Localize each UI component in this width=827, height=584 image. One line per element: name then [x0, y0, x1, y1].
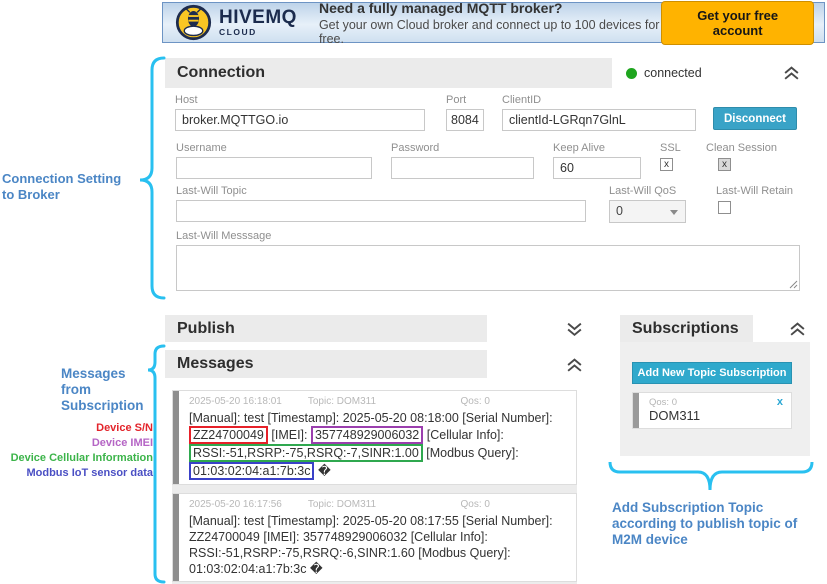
message-accent-bar [173, 494, 179, 581]
message-timestamp: 2025-05-20 16:18:01 [189, 396, 282, 408]
status-text: connected [644, 66, 702, 80]
annotation-messages-from-subscription: Messages from Subscription [61, 366, 161, 414]
device-imei-highlight: 357748929006032 [311, 426, 423, 444]
connection-status: connected [612, 58, 810, 88]
lastwill-message-textarea[interactable] [177, 246, 799, 290]
subscriptions-title: Subscriptions [620, 315, 753, 342]
host-label: Host [175, 94, 425, 106]
connection-header: Connection connected [165, 58, 810, 88]
lastwill-message-label: Last-Will Messsage [176, 230, 800, 242]
banner-subheadline: Get your own Cloud broker and connect up… [319, 18, 661, 46]
message-line: RSSI:-51,RSRP:-75,RSRQ:-6,SINR:1.60 [Mod… [189, 545, 568, 561]
banner-headline: Need a fully managed MQTT broker? [319, 0, 661, 16]
close-icon[interactable]: x [777, 396, 783, 408]
subscription-item: Qos: 0 x DOM311 [632, 392, 792, 429]
lastwill-qos-label: Last-Will QoS [609, 185, 686, 197]
clean-session-label: Clean Session [706, 142, 777, 154]
host-input[interactable] [175, 109, 425, 131]
username-label: Username [176, 142, 372, 154]
collapse-subscriptions-icon[interactable] [789, 322, 806, 337]
password-label: Password [391, 142, 534, 154]
collapse-connection-icon[interactable] [783, 66, 800, 81]
bee-logo-icon [175, 4, 212, 41]
disconnect-button[interactable]: Disconnect [713, 107, 797, 130]
password-input[interactable] [391, 157, 534, 179]
annotation-add-subscription-topic: Add Subscription Topic according to publ… [612, 500, 827, 548]
messages-title: Messages [165, 350, 487, 378]
hivemq-logo: HIVEMQ CLOUD [175, 4, 297, 41]
message-topic: Topic: DOM311 [308, 499, 376, 511]
message-line: [Manual]: test [Timestamp]: 2025-05-20 0… [189, 410, 568, 426]
annotation-connection-setting: Connection Setting to Broker [2, 171, 138, 203]
message-line: ZZ24700049 [IMEI]: 357748929006032 [Cell… [189, 529, 568, 545]
hivemq-banner: HIVEMQ CLOUD Need a fully managed MQTT b… [162, 2, 825, 43]
message-line: [Manual]: test [Timestamp]: 2025-05-20 0… [189, 513, 568, 529]
message-line: RSSI:-51,RSRP:-75,RSRQ:-7,SINR:1.00 [Mod… [189, 444, 568, 462]
subscription-brace-icon [608, 462, 816, 494]
get-free-account-button[interactable]: Get your free account [661, 1, 814, 45]
message-line: 01:03:02:04:a1:7b:3c � [189, 561, 568, 577]
username-input[interactable] [176, 157, 372, 179]
lastwill-qos-value: 0 [616, 204, 623, 218]
annotation-device-legend: Device S/N Device IMEI Device Cellular I… [0, 421, 153, 481]
keepalive-input[interactable] [553, 157, 641, 179]
message-topic: Topic: DOM311 [308, 396, 376, 408]
messages-list: 2025-05-20 16:18:01 Topic: DOM311 Qos: 0… [172, 390, 577, 584]
lastwill-topic-label: Last-Will Topic [176, 185, 586, 197]
clientid-label: ClientID [502, 94, 696, 106]
modbus-data-highlight: 01:03:02:04:a1:7b:3c [189, 462, 314, 480]
device-serial-highlight: ZZ24700049 [189, 426, 268, 444]
collapse-messages-icon[interactable] [566, 358, 583, 373]
subscriptions-body: Add New Topic Subscription Qos: 0 x DOM3… [620, 342, 810, 456]
hivemq-logo-subtitle: CLOUD [219, 28, 297, 37]
dropdown-caret-icon [670, 210, 678, 215]
publish-title: Publish [165, 315, 487, 342]
lastwill-retain-label: Last-Will Retain [716, 185, 793, 197]
annotation-device-sn: Device S/N [0, 421, 153, 436]
message-timestamp: 2025-05-20 16:17:56 [189, 499, 282, 511]
annotation-device-modbus: Modbus IoT sensor data [0, 466, 153, 481]
annotation-device-cellular: Device Cellular Information [0, 451, 153, 466]
port-label: Port [446, 94, 484, 106]
ssl-label: SSL [660, 142, 681, 154]
lastwill-retain-checkbox[interactable] [718, 201, 731, 214]
subscription-accent-bar [633, 393, 639, 428]
keepalive-label: Keep Alive [553, 142, 641, 154]
clientid-input[interactable] [502, 109, 696, 131]
status-dot-icon [626, 68, 637, 79]
message-card: 2025-05-20 16:18:01 Topic: DOM311 Qos: 0… [172, 390, 577, 485]
mqtt-websocket-client-screen: HIVEMQ CLOUD Need a fully managed MQTT b… [0, 0, 827, 584]
cellular-info-highlight: RSSI:-51,RSRP:-75,RSRQ:-7,SINR:1.00 [189, 444, 423, 462]
subscription-qos: Qos: 0 [649, 397, 677, 408]
message-accent-bar [173, 391, 179, 484]
lastwill-topic-input[interactable] [176, 200, 586, 222]
expand-publish-icon[interactable] [566, 322, 583, 337]
message-line: ZZ24700049 [IMEI]: 357748929006032 [Cell… [189, 426, 568, 444]
ssl-checkbox[interactable]: x [660, 158, 673, 171]
publish-section: Publish [165, 315, 595, 342]
clean-session-checkbox[interactable]: x [718, 158, 731, 171]
add-topic-subscription-button[interactable]: Add New Topic Subscription [632, 362, 792, 384]
message-line: 01:03:02:04:a1:7b:3c � [189, 462, 568, 480]
message-qos: Qos: 0 [461, 499, 490, 511]
annotation-device-imei: Device IMEI [0, 436, 153, 451]
hivemq-logo-title: HIVEMQ [219, 8, 297, 27]
connection-brace-icon [134, 56, 166, 300]
message-qos: Qos: 0 [461, 396, 490, 408]
subscriptions-section: Subscriptions [620, 315, 810, 342]
port-input[interactable] [446, 109, 484, 131]
resize-grip-icon[interactable] [789, 280, 798, 289]
lastwill-qos-select[interactable]: 0 [609, 200, 686, 223]
messages-section: Messages [165, 350, 595, 378]
message-card: 2025-05-20 16:17:56 Topic: DOM311 Qos: 0… [172, 493, 577, 582]
connection-panel: Connection connected Host Port ClientID … [165, 58, 810, 296]
subscription-topic: DOM311 [649, 408, 700, 423]
